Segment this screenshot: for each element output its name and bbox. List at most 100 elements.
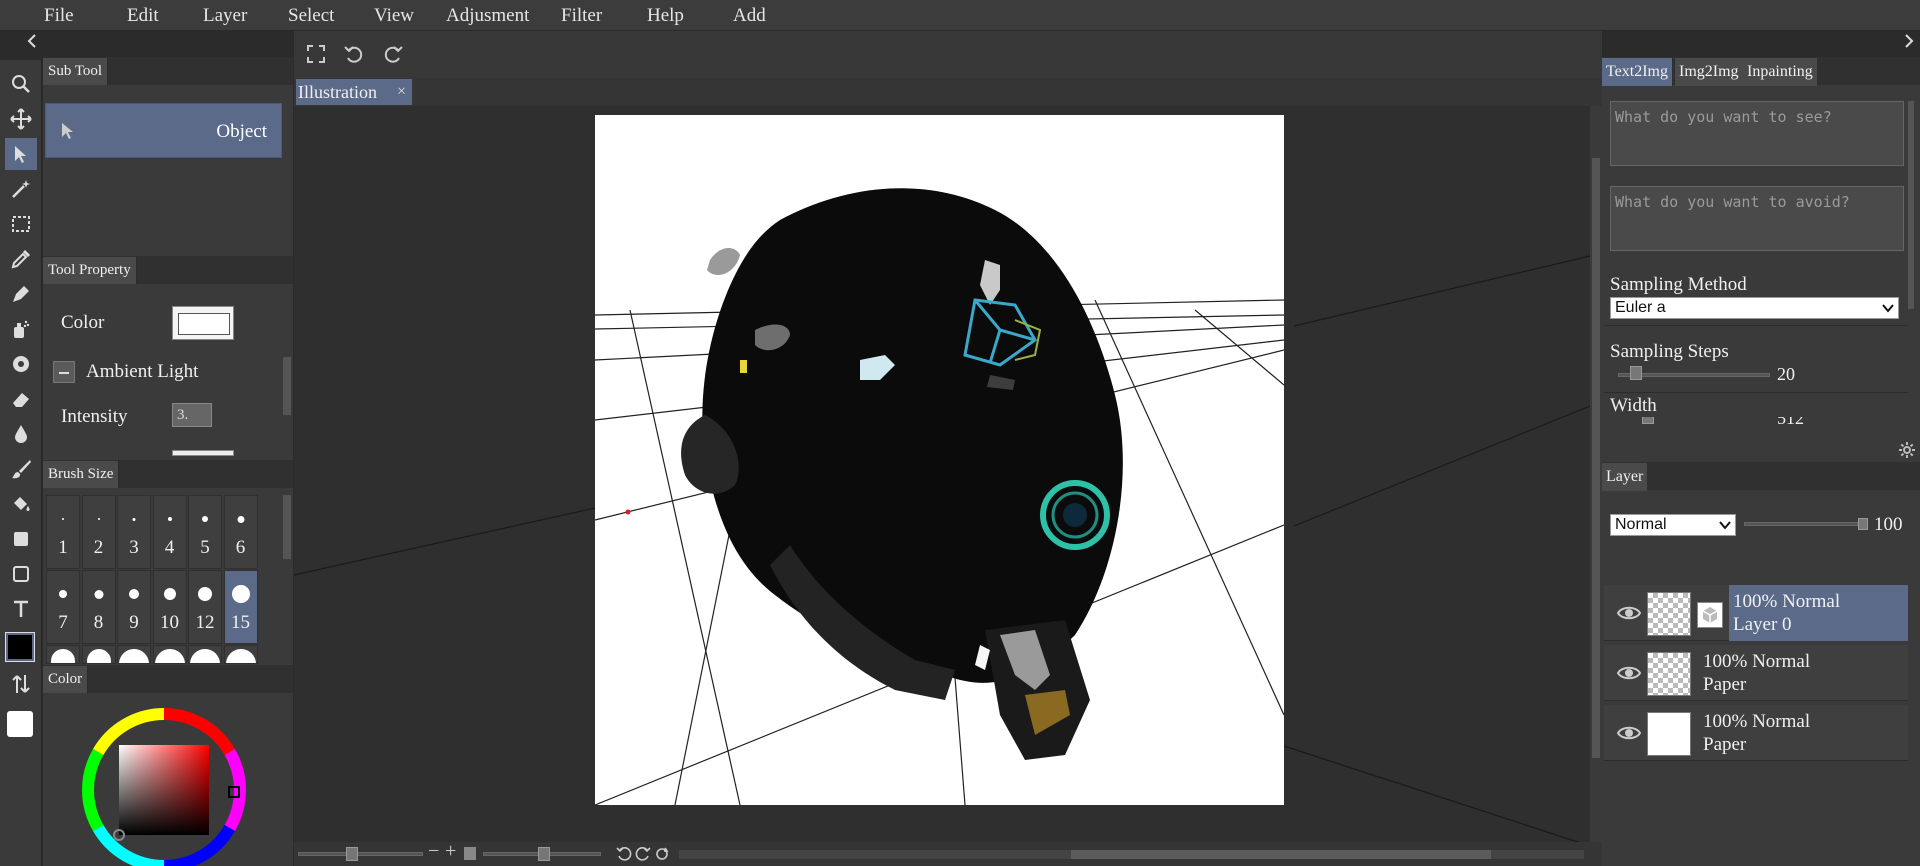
intensity-input[interactable]: 3. [172,403,212,427]
zoom-slider-thumb[interactable] [346,847,358,861]
horizontal-scrollbar[interactable] [679,850,1584,859]
sampling-steps-thumb[interactable] [1630,366,1642,380]
rotation-slider-thumb[interactable] [538,847,550,861]
eye-icon[interactable] [1616,661,1642,685]
horizontal-scroll-thumb[interactable] [1071,850,1491,859]
layer-row[interactable]: 100% Normal Paper [1604,645,1908,701]
layer-opacity-thumb[interactable] [1858,518,1868,530]
fit-view-icon[interactable] [464,847,476,860]
negative-prompt-input[interactable]: What do you want to avoid? [1610,186,1904,251]
light-color-swatch[interactable] [172,306,234,340]
collapse-ambient-button[interactable] [53,361,75,383]
artboard[interactable] [595,115,1284,805]
menu-file[interactable]: File [44,5,74,27]
selection-tool[interactable] [5,208,37,240]
brush-size-cell[interactable]: 6 [223,495,258,569]
brush-size-cell[interactable] [223,645,258,664]
redo-icon[interactable] [382,43,404,65]
brush-size-cell[interactable]: 8 [81,570,116,644]
fill-tool[interactable] [5,488,37,520]
prompt-input[interactable]: What do you want to see? [1610,101,1904,166]
menu-add[interactable]: Add [733,5,766,27]
decoration-tool[interactable] [5,348,37,380]
menu-filter[interactable]: Filter [561,5,602,27]
toolprop-scrollbar[interactable] [283,357,291,415]
auto-select-tool[interactable] [5,173,37,205]
collapse-left-icon[interactable] [25,34,39,48]
brush-size-cell[interactable] [81,645,116,664]
fullscreen-icon[interactable] [305,43,327,65]
brush-size-cell[interactable]: 15 [223,570,258,644]
viewport-vertical-scrollbar[interactable] [1590,106,1602,842]
eraser-tool[interactable] [5,383,37,415]
pen-tool[interactable] [5,278,37,310]
width-slider-thumb[interactable] [1642,417,1654,424]
brush-tool[interactable] [5,453,37,485]
menu-help[interactable]: Help [647,5,684,27]
tab-color[interactable]: Color [43,666,89,693]
menu-layer[interactable]: Layer [203,5,247,27]
menu-select[interactable]: Select [288,5,334,27]
tab-illustration[interactable]: Illustration × [296,79,412,105]
layer-row[interactable]: 100% Normal Paper [1604,705,1908,761]
tab-layer[interactable]: Layer [1602,463,1648,491]
brush-scrollbar[interactable] [283,495,291,559]
brush-size-cell[interactable]: 2 [81,495,116,569]
shape-tool[interactable] [5,558,37,590]
brush-size-cell[interactable]: 12 [188,570,222,644]
eye-icon[interactable] [1616,721,1642,745]
tab-img2img[interactable]: Img2Img [1675,58,1743,86]
blend-tool[interactable] [5,418,37,450]
zoom-in-icon[interactable]: + [445,840,456,863]
object-tool[interactable] [5,138,37,170]
text-tool[interactable] [5,593,37,625]
tab-text2img[interactable]: Text2Img [1602,58,1672,86]
eyedropper-tool[interactable] [5,243,37,275]
sampling-method-select[interactable]: Euler a [1610,297,1899,319]
brush-size-cell[interactable]: 5 [188,495,222,569]
zoom-slider[interactable] [298,852,423,856]
viewport-scroll-thumb[interactable] [1592,158,1600,758]
brush-size-cell[interactable]: 10 [152,570,187,644]
foreground-color-swatch[interactable] [5,632,35,662]
layer-row[interactable]: 100% Normal Layer 0 [1604,585,1908,641]
tab-brush-size[interactable]: Brush Size [43,461,120,488]
brush-size-cell[interactable]: 1 [46,495,80,569]
rotate-right-icon[interactable] [635,846,651,862]
subtool-object-item[interactable]: Object [45,103,282,158]
zoom-out-icon[interactable]: − [428,840,439,863]
airbrush-tool[interactable] [5,313,37,345]
collapse-right-icon[interactable] [1902,34,1916,48]
menu-adjustment[interactable]: Adjusment [446,5,529,27]
rotate-left-icon[interactable] [616,846,632,862]
tab-tool-property[interactable]: Tool Property [43,257,137,284]
layer-opacity-slider[interactable] [1744,522,1858,526]
brush-size-cell[interactable]: 3 [117,495,151,569]
swap-colors-button[interactable] [5,668,37,700]
gear-icon[interactable] [1898,441,1916,459]
settings-scrollbar[interactable] [1908,101,1914,309]
brush-size-cell[interactable]: 4 [152,495,187,569]
color-wheel[interactable] [81,707,247,866]
blend-mode-select[interactable]: Normal [1610,514,1736,536]
move-tool[interactable] [5,103,37,135]
close-tab-icon[interactable]: × [397,79,406,105]
canvas-viewport[interactable] [294,106,1590,842]
brush-size-cell[interactable] [188,645,222,664]
background-color-swatch[interactable] [7,711,33,737]
brush-size-cell[interactable] [117,645,151,664]
undo-icon[interactable] [343,43,365,65]
reset-rotation-icon[interactable] [654,846,670,862]
brush-size-cell[interactable]: 9 [117,570,151,644]
gradient-tool[interactable] [5,523,37,555]
tab-inpainting[interactable]: Inpainting [1743,58,1817,86]
menu-view[interactable]: View [374,5,414,27]
next-property-swatch[interactable] [172,450,234,456]
brush-size-cell[interactable]: 7 [46,570,80,644]
zoom-tool[interactable] [5,68,37,100]
brush-size-cell[interactable] [152,645,187,664]
menu-edit[interactable]: Edit [127,5,159,27]
tab-sub-tool[interactable]: Sub Tool [43,58,109,85]
brush-size-cell[interactable] [46,645,80,664]
eye-icon[interactable] [1616,601,1642,625]
